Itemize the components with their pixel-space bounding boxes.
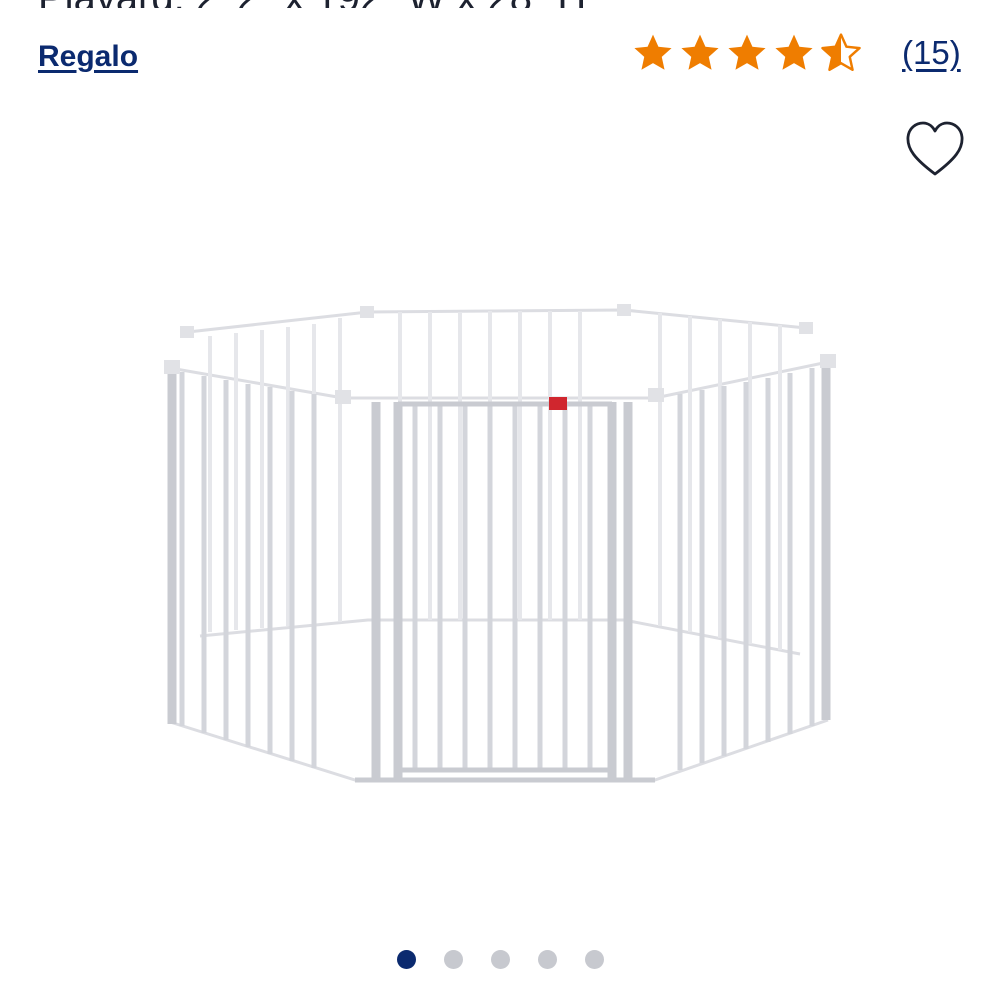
star-icon [681, 34, 719, 70]
carousel-dot-4[interactable] [537, 950, 557, 969]
product-title: Playard, 2' 2" x 192" W x 28" H [38, 0, 738, 8]
image-carousel-indicators [0, 950, 1000, 969]
star-icon [728, 34, 766, 70]
carousel-dot-2[interactable] [443, 950, 463, 969]
heart-outline-icon[interactable] [903, 118, 967, 182]
rating-summary: (15) [632, 32, 961, 74]
product-image-playyard[interactable] [125, 140, 875, 900]
carousel-dot-5[interactable] [584, 950, 604, 969]
star-icon [775, 34, 813, 70]
half-star-icon [821, 33, 861, 72]
carousel-dot-3[interactable] [490, 950, 510, 969]
brand-link[interactable]: Regalo [38, 40, 138, 74]
carousel-dot-1[interactable] [396, 950, 416, 969]
star-rating [632, 32, 862, 74]
star-icon [634, 34, 672, 70]
review-count-link[interactable]: (15) [902, 34, 961, 72]
